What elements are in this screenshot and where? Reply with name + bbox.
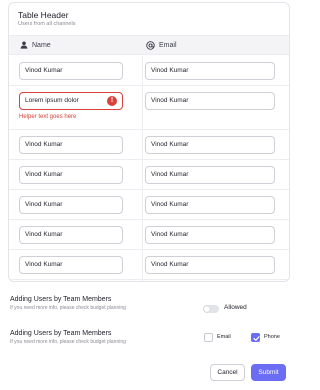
users-table-card: Table Header Users from all channels Nam… bbox=[8, 2, 290, 282]
name-input[interactable]: Vinod Kumar bbox=[19, 196, 123, 214]
email-value: Vinod Kumar bbox=[151, 171, 189, 178]
email-input[interactable]: Vinod Kumar bbox=[145, 62, 275, 80]
email-input[interactable]: Vinod Kumar bbox=[145, 196, 275, 214]
user-icon bbox=[20, 41, 28, 49]
at-sign-icon bbox=[146, 41, 155, 50]
setting-channels: Adding Users by Team Members If you need… bbox=[10, 330, 126, 345]
table-row: Lorem ipsum dolor! Vinod Kumar Helper text… bbox=[9, 86, 289, 130]
table-row: Vinod Kumar Vinod Kumar bbox=[9, 220, 289, 250]
table-column-header: Name Email bbox=[9, 35, 289, 55]
name-input[interactable]: Vinod Kumar bbox=[19, 62, 123, 80]
submit-button[interactable]: Submit bbox=[251, 364, 286, 381]
column-divider bbox=[142, 86, 143, 129]
phone-checkbox-label: Phone bbox=[264, 334, 280, 340]
email-input[interactable]: Vinod Kumar bbox=[145, 136, 275, 154]
name-input[interactable]: Vinod Kumar bbox=[19, 256, 123, 274]
setting-subtitle: If you need more info, please check budg… bbox=[10, 339, 126, 345]
name-value: Vinod Kumar bbox=[25, 67, 63, 74]
email-input[interactable]: Vinod Kumar bbox=[145, 92, 275, 110]
setting-allowed: Adding Users by Team Members If you need… bbox=[10, 296, 126, 311]
table-row: Vinod Kumar Vinod Kumar bbox=[9, 190, 289, 220]
phone-checkbox[interactable] bbox=[251, 333, 260, 342]
name-value: Lorem ipsum dolor bbox=[25, 97, 79, 104]
email-input[interactable]: Vinod Kumar bbox=[145, 166, 275, 184]
email-checkbox-label: Email bbox=[217, 334, 231, 340]
cancel-button[interactable]: Cancel bbox=[210, 364, 245, 381]
name-value: Vinod Kumar bbox=[25, 231, 63, 238]
name-value: Vinod Kumar bbox=[25, 261, 63, 268]
column-divider bbox=[142, 190, 143, 219]
column-divider bbox=[142, 280, 143, 281]
email-value: Vinod Kumar bbox=[151, 141, 189, 148]
name-value: Vinod Kumar bbox=[25, 201, 63, 208]
table-subtitle: Users from all channels bbox=[18, 21, 76, 27]
name-value: Vinod Kumar bbox=[25, 171, 63, 178]
email-value: Vinod Kumar bbox=[151, 201, 189, 208]
helper-text: Helper text goes here bbox=[19, 114, 77, 120]
column-divider bbox=[142, 56, 143, 85]
table-row: Vinod Kumar Vinod Kumar bbox=[9, 160, 289, 190]
column-label-email: Email bbox=[159, 42, 177, 49]
email-input[interactable]: Vinod Kumar bbox=[145, 256, 275, 274]
table-row: Vinod Kumar Vinod Kumar bbox=[9, 56, 289, 86]
email-input[interactable]: Vinod Kumar bbox=[145, 226, 275, 244]
table-title: Table Header bbox=[18, 10, 69, 20]
table-row: Vinod Kumar Vinod Kumar bbox=[9, 250, 289, 280]
setting-title: Adding Users by Team Members bbox=[10, 296, 112, 303]
email-value: Vinod Kumar bbox=[151, 231, 189, 238]
table-row: Vinod KumarVinod Kumar bbox=[9, 280, 289, 281]
name-value: Vinod Kumar bbox=[25, 141, 63, 148]
email-value: Vinod Kumar bbox=[151, 67, 189, 74]
allowed-toggle[interactable] bbox=[203, 305, 219, 313]
check-icon bbox=[253, 336, 260, 341]
email-value: Vinod Kumar bbox=[151, 261, 189, 268]
setting-title: Adding Users by Team Members bbox=[10, 330, 112, 337]
column-divider bbox=[142, 130, 143, 159]
column-header-email: Email bbox=[146, 41, 177, 50]
name-input[interactable]: Vinod Kumar bbox=[19, 226, 123, 244]
column-label-name: Name bbox=[32, 41, 51, 49]
column-divider bbox=[142, 250, 143, 279]
column-header-name: Name bbox=[20, 41, 51, 49]
toggle-knob bbox=[204, 306, 210, 312]
allowed-toggle-label: Allowed bbox=[224, 304, 247, 311]
name-input[interactable]: Vinod Kumar bbox=[19, 166, 123, 184]
email-checkbox[interactable] bbox=[204, 333, 213, 342]
column-divider bbox=[142, 160, 143, 189]
table-header: Table Header Users from all channels bbox=[9, 3, 289, 33]
error-icon: ! bbox=[107, 96, 117, 106]
email-value: Vinod Kumar bbox=[151, 97, 189, 104]
name-input[interactable]: Vinod Kumar bbox=[19, 136, 123, 154]
setting-subtitle: If you need more info, please check budg… bbox=[10, 305, 126, 311]
table-row: Vinod Kumar Vinod Kumar bbox=[9, 130, 289, 160]
name-input[interactable]: Lorem ipsum dolor! bbox=[19, 92, 123, 110]
column-divider bbox=[142, 220, 143, 249]
